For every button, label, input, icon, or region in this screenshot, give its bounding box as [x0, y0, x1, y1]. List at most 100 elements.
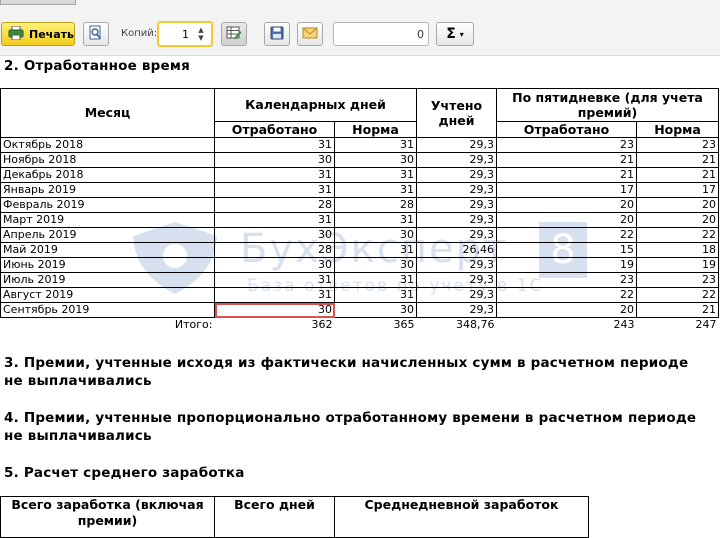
cell-norm-5: 18: [636, 242, 720, 258]
header-worked-5: Отработано: [496, 121, 638, 138]
preview-button[interactable]: [83, 22, 109, 46]
cell-worked-5: 23: [496, 272, 638, 288]
cell-worked-5: 20: [496, 212, 638, 228]
cell-norm: 31: [333, 212, 418, 228]
cell-month: Апрель 2019: [0, 227, 215, 243]
average-earnings-table: Всего заработка (включая премии) Всего д…: [0, 496, 589, 538]
table-row: Ноябрь 2018 30 30 29,3 21 21: [0, 152, 720, 168]
cell-worked-highlighted: 30: [214, 302, 335, 318]
cell-month: Ноябрь 2018: [0, 152, 215, 168]
cell-worked: 28: [214, 197, 335, 213]
worked-time-table: Месяц Календарных дней Учтено дней По пя…: [0, 88, 720, 332]
cell-counted: 29,3: [416, 137, 498, 153]
table-edit-icon: [226, 26, 242, 43]
cell-counted: 29,3: [416, 272, 498, 288]
cell-worked-5: 21: [496, 167, 638, 183]
cell-month: Февраль 2019: [0, 197, 215, 213]
total-counted: 348,76: [456, 318, 495, 331]
header-month: Месяц: [0, 88, 215, 138]
cell-month: Март 2019: [0, 212, 215, 228]
cell-month: Октябрь 2018: [0, 137, 215, 153]
cell-counted: 29,3: [416, 182, 498, 198]
copies-spinner[interactable]: ▲ ▼: [194, 26, 208, 42]
copies-label: Копий:: [121, 28, 158, 39]
cell-worked-5: 22: [496, 227, 638, 243]
envelope-icon: [302, 27, 318, 42]
print-button[interactable]: Печать: [1, 22, 75, 46]
table-row: Сентябрь 2019 30 30 29,3 20 21: [0, 302, 720, 318]
cell-norm: 30: [333, 227, 418, 243]
total-norm-5: 247: [695, 318, 717, 331]
print-button-label: Печать: [29, 27, 74, 41]
chevron-down-icon: ▾: [459, 29, 464, 39]
cell-norm-5: 22: [636, 287, 720, 303]
total-worked-5: 243: [613, 318, 635, 331]
section-4-title-line-1: 4. Премии, учтенные пропорционально отра…: [4, 410, 697, 426]
header-counted-days: Учтено дней: [416, 88, 498, 138]
table-row: Апрель 2019 30 30 29,3 22 22: [0, 227, 720, 243]
cell-norm: 31: [333, 167, 418, 183]
cell-norm: 31: [333, 287, 418, 303]
sum-field[interactable]: 0: [333, 22, 429, 46]
cell-worked-5: 21: [496, 152, 638, 168]
cell-worked-5: 19: [496, 257, 638, 273]
toolbar: Печать Копий: 1 ▲ ▼ 0 Σ ▾: [0, 0, 720, 56]
cell-worked: 31: [214, 137, 335, 153]
cell-norm-5: 22: [636, 227, 720, 243]
section-3-title-line-1: 3. Премии, учтенные исходя из фактически…: [4, 355, 689, 371]
cell-norm-5: 23: [636, 137, 720, 153]
spin-down-icon[interactable]: ▼: [194, 34, 208, 42]
cell-norm: 30: [333, 257, 418, 273]
cell-worked: 31: [214, 212, 335, 228]
table-row: Август 2019 31 31 29,3 22 22: [0, 287, 720, 303]
cell-norm-5: 20: [636, 212, 720, 228]
header-worked: Отработано: [214, 121, 335, 138]
header-calendar-days: Календарных дней: [213, 88, 418, 122]
window-tab-stub[interactable]: [0, 0, 76, 5]
page-magnifier-icon: [89, 25, 103, 44]
cell-worked: 31: [214, 272, 335, 288]
printer-icon: [8, 25, 24, 43]
cell-counted: 26,46: [416, 242, 498, 258]
cell-month: Август 2019: [0, 287, 215, 303]
table-header-row: Месяц Календарных дней Учтено дней По пя…: [0, 88, 720, 138]
table-row: Октябрь 2018 31 31 29,3 23 23: [0, 137, 720, 153]
cell-month: Январь 2019: [0, 182, 215, 198]
cell-worked: 28: [214, 242, 335, 258]
cell-worked-5: 17: [496, 182, 638, 198]
save-button[interactable]: [264, 22, 290, 46]
spin-up-icon[interactable]: ▲: [194, 26, 208, 34]
header-norm: Норма: [333, 121, 418, 138]
cell-month: Июль 2019: [0, 272, 215, 288]
cell-worked: 31: [214, 167, 335, 183]
cell-counted: 29,3: [416, 257, 498, 273]
section-4-title-line-2: не выплачивались: [4, 428, 152, 444]
edit-mode-button[interactable]: [221, 22, 247, 46]
cell-month: Май 2019: [0, 242, 215, 258]
table-row: Январь 2019 31 31 29,3 17 17: [0, 182, 720, 198]
copies-input[interactable]: 1 ▲ ▼: [157, 21, 213, 47]
section-5-title: 5. Расчет среднего заработка: [4, 465, 245, 481]
table-row: Март 2019 31 31 29,3 20 20: [0, 212, 720, 228]
header-five-day: По пятидневке (для учета премий): [496, 88, 720, 122]
cell-norm: 30: [333, 152, 418, 168]
cell-norm-5: 23: [636, 272, 720, 288]
header-norm-5: Норма: [636, 121, 720, 138]
cell-worked: 31: [214, 182, 335, 198]
cell-worked-5: 15: [496, 242, 638, 258]
cell-worked: 30: [214, 227, 335, 243]
send-email-button[interactable]: [297, 22, 323, 46]
sum-dropdown-button[interactable]: Σ ▾: [436, 22, 474, 46]
sum-value: 0: [417, 28, 424, 41]
table-row: Май 2019 28 31 26,46 15 18: [0, 242, 720, 258]
cell-norm-5: 21: [636, 302, 720, 318]
table-row: Декабрь 2018 31 31 29,3 21 21: [0, 167, 720, 183]
table-row: Февраль 2019 28 28 29,3 20 20: [0, 197, 720, 213]
cell-norm: 30: [333, 302, 418, 318]
copies-value[interactable]: 1: [182, 28, 189, 41]
cell-counted: 29,3: [416, 152, 498, 168]
cell-norm: 31: [333, 242, 418, 258]
header-avg-daily: Среднедневной заработок: [334, 496, 589, 538]
cell-worked-5: 20: [496, 302, 638, 318]
cell-counted: 29,3: [416, 212, 498, 228]
